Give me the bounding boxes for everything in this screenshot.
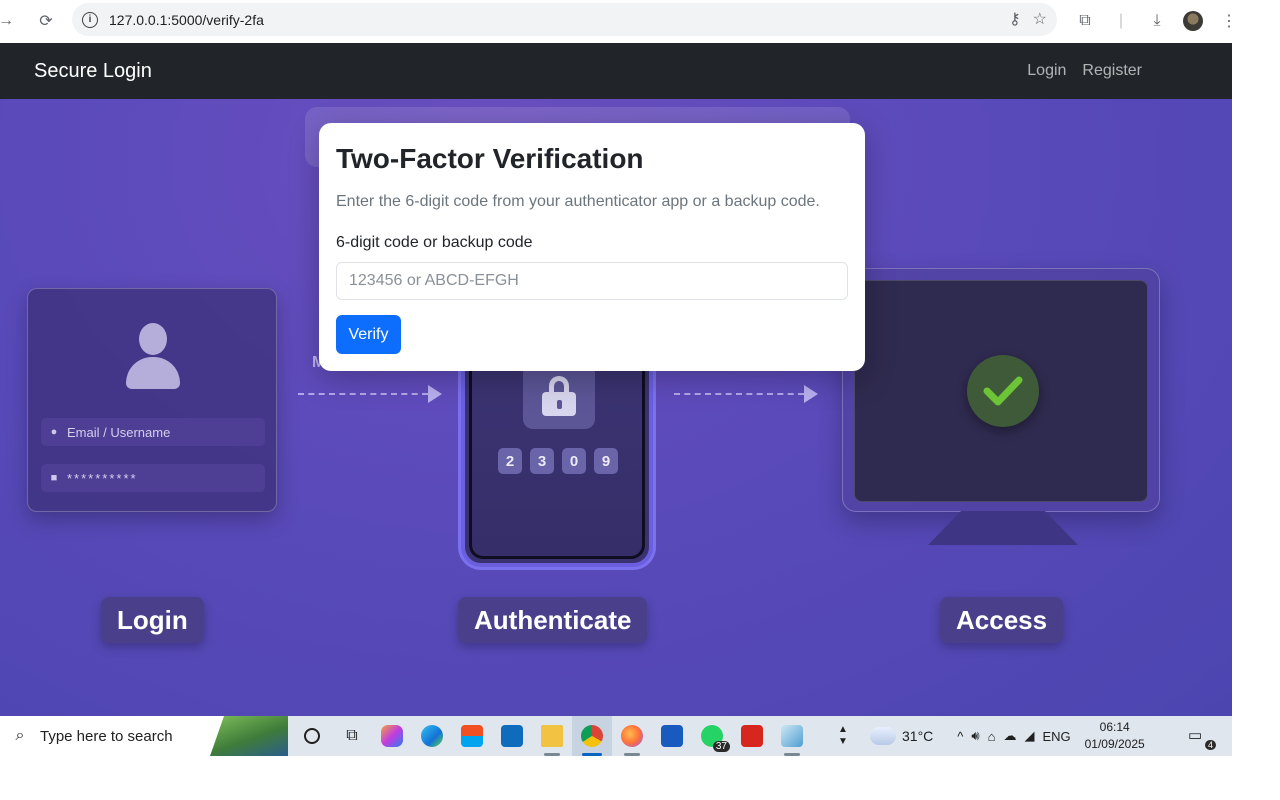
- menu-kebab-icon[interactable]: ⋮: [1216, 8, 1242, 34]
- user-icon: ●: [50, 426, 58, 438]
- clock-date: 01/09/2025: [1084, 737, 1145, 751]
- notes-app-icon[interactable]: [772, 716, 812, 756]
- otp-digits: 2 3 0 9: [498, 448, 618, 474]
- illustration-password-field: ■ **********: [41, 464, 265, 492]
- notification-count: 4: [1204, 740, 1216, 750]
- browser-toolbar: → ⟳ i 127.0.0.1:5000/verify-2fa ⚷ ☆ ⧉ | …: [0, 0, 1237, 43]
- word-icon[interactable]: [652, 716, 692, 756]
- language-indicator[interactable]: ENG: [1042, 729, 1070, 744]
- otp-digit: 3: [530, 448, 554, 474]
- illustration-email-text: Email / Username: [67, 424, 171, 440]
- taskbar-search[interactable]: ⌕ Type here to search: [0, 716, 288, 756]
- padlock-icon: [523, 363, 595, 429]
- app-navbar: Secure Login Login Register: [0, 43, 1232, 99]
- store-icon[interactable]: [452, 716, 492, 756]
- verification-code-input[interactable]: [336, 262, 848, 300]
- step-label-access: Access: [940, 597, 1064, 643]
- extensions-icon[interactable]: ⧉: [1072, 8, 1098, 34]
- edge-icon[interactable]: [412, 716, 452, 756]
- user-avatar-icon: [126, 323, 180, 389]
- weather-temp: 31°C: [902, 728, 934, 744]
- search-highlight-image: [210, 716, 288, 756]
- code-field-label: 6-digit code or backup code: [336, 234, 533, 251]
- weather-widget[interactable]: 31°C: [866, 721, 934, 745]
- chrome-icon[interactable]: [572, 716, 612, 756]
- task-view-icon[interactable]: ⧉: [332, 716, 372, 756]
- otp-digit: 2: [498, 448, 522, 474]
- show-hidden-icons-icon[interactable]: ^: [957, 729, 963, 744]
- meet-icon[interactable]: ⌂: [988, 729, 996, 744]
- verify-button[interactable]: Verify: [336, 315, 401, 354]
- windows-taskbar: ⌕ Type here to search ⧉ 37 ▲ ▼ 31°C ^ 🔊︎ …: [0, 716, 1232, 756]
- network-icon[interactable]: ◢: [1024, 728, 1034, 744]
- profile-avatar-icon[interactable]: [1180, 8, 1206, 34]
- site-info-icon[interactable]: i: [82, 11, 98, 28]
- login-card-illustration: ● Email / Username ■ **********: [27, 288, 277, 512]
- onedrive-icon[interactable]: ☁: [1003, 728, 1016, 744]
- illustration-email-field: ● Email / Username: [41, 418, 265, 446]
- flow-arrow-right: [674, 384, 818, 404]
- nav-link-login[interactable]: Login: [1027, 62, 1066, 80]
- file-explorer-icon[interactable]: [532, 716, 572, 756]
- taskbar-scroll-icon[interactable]: ▲ ▼: [836, 724, 850, 748]
- modal-description: Enter the 6-digit code from your authent…: [336, 193, 820, 210]
- modal-title: Two-Factor Verification: [336, 143, 644, 174]
- system-clock[interactable]: 06:14 01/09/2025: [1085, 719, 1145, 753]
- url-text[interactable]: 127.0.0.1:5000/verify-2fa: [109, 12, 264, 28]
- weather-cloud-icon: [866, 721, 896, 745]
- cortana-icon[interactable]: [292, 716, 332, 756]
- toolbar-divider: |: [1118, 12, 1124, 29]
- otp-digit: 9: [594, 448, 618, 474]
- flow-arrow-left: [298, 384, 442, 404]
- clock-time: 06:14: [1099, 720, 1130, 734]
- step-label-authenticate: Authenticate: [458, 597, 648, 643]
- reload-icon[interactable]: ⟳: [34, 9, 58, 33]
- search-icon: ⌕: [15, 727, 25, 744]
- address-bar[interactable]: i 127.0.0.1:5000/verify-2fa ⚷ ☆: [72, 3, 1057, 36]
- lock-small-icon: ■: [50, 472, 58, 484]
- firefox-icon[interactable]: [612, 716, 652, 756]
- whatsapp-icon[interactable]: 37: [692, 716, 732, 756]
- taskbar-search-placeholder[interactable]: Type here to search: [40, 728, 173, 745]
- nav-link-register[interactable]: Register: [1082, 62, 1142, 80]
- outlook-icon[interactable]: [492, 716, 532, 756]
- password-key-icon[interactable]: ⚷: [1009, 9, 1021, 29]
- two-factor-modal: Two-Factor Verification Enter the 6-digi…: [319, 123, 865, 371]
- notifications-icon[interactable]: ▭ 4: [1188, 726, 1216, 750]
- illustration-password-mask: **********: [67, 470, 138, 486]
- download-icon[interactable]: ⤓: [1144, 8, 1170, 34]
- checkmark-icon: [967, 355, 1039, 427]
- volume-icon[interactable]: 🔊︎: [971, 728, 979, 744]
- brand-logo-text[interactable]: Secure Login: [34, 60, 152, 83]
- copilot-icon[interactable]: [372, 716, 412, 756]
- bookmark-star-icon[interactable]: ☆: [1033, 9, 1047, 29]
- whatsapp-badge: 37: [712, 741, 730, 752]
- acrobat-icon[interactable]: [732, 716, 772, 756]
- monitor-illustration: [842, 268, 1160, 512]
- forward-icon[interactable]: →: [0, 9, 18, 33]
- step-label-login: Login: [101, 597, 204, 643]
- monitor-stand: [928, 511, 1078, 545]
- otp-digit: 0: [562, 448, 586, 474]
